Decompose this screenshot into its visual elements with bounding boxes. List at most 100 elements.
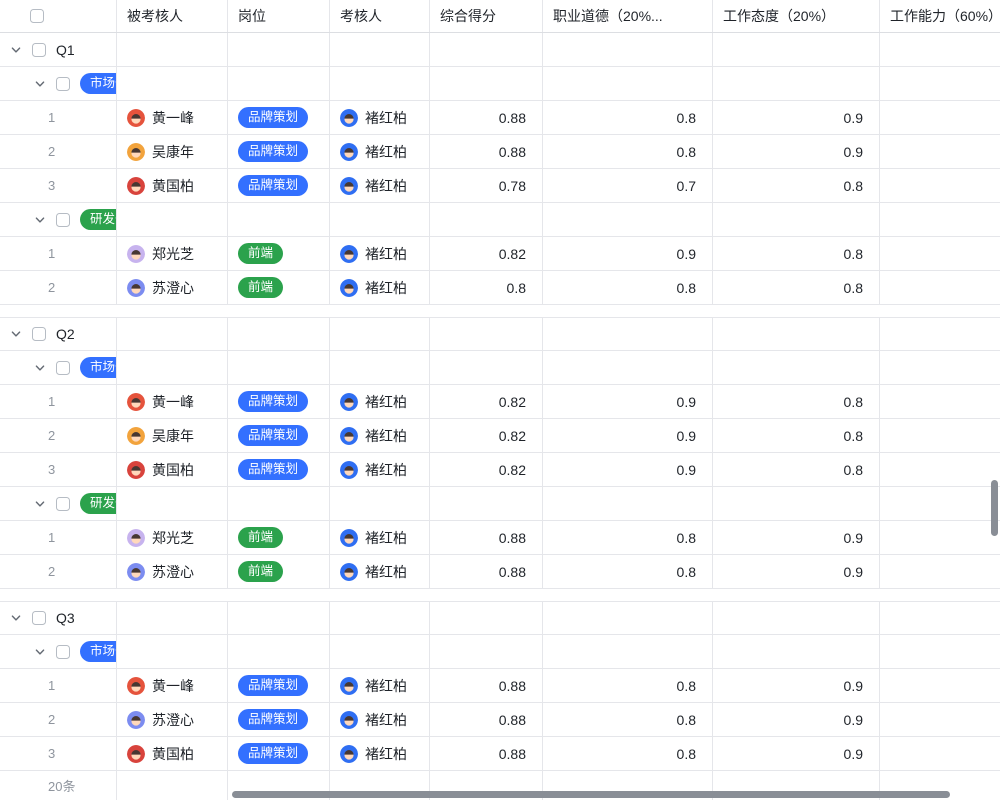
score-cell[interactable]: 0.88 [430,737,543,770]
empty-cell[interactable] [330,33,430,66]
score-cell[interactable]: 0.8 [713,419,880,452]
group-checkbox[interactable] [32,327,46,341]
score-cell[interactable]: 0.8 [543,555,713,588]
empty-cell[interactable] [430,487,543,520]
group-header-cell[interactable]: Q1 [0,33,117,66]
empty-cell[interactable] [330,203,430,236]
empty-cell[interactable] [117,635,228,668]
subgroup-checkbox[interactable] [56,645,70,659]
score-cell[interactable]: 0.9 [713,521,880,554]
score-cell[interactable]: 0.9 [543,453,713,486]
group-header-cell[interactable]: Q3 [0,602,117,634]
empty-cell[interactable] [228,67,330,100]
subgroup-checkbox[interactable] [56,497,70,511]
assessee-cell[interactable]: 苏澄心 [117,271,228,304]
score-cell[interactable]: 0.8 [713,169,880,202]
score-cell[interactable] [880,271,1000,304]
collapse-chevron-icon[interactable] [34,498,46,510]
score-cell[interactable]: 0.9 [713,737,880,770]
group-checkbox[interactable] [32,611,46,625]
empty-cell[interactable] [713,602,880,634]
empty-cell[interactable] [228,635,330,668]
select-all-checkbox[interactable] [30,9,44,23]
row-index-cell[interactable]: 2 [0,703,117,736]
column-header-3[interactable]: 考核人 [330,0,430,32]
position-cell[interactable]: 品牌策划 [228,101,330,134]
subgroup-header-cell[interactable]: 市场部 [0,67,117,100]
score-cell[interactable] [880,737,1000,770]
empty-cell[interactable] [430,67,543,100]
position-cell[interactable]: 品牌策划 [228,385,330,418]
score-cell[interactable]: 0.9 [543,385,713,418]
subgroup-header-cell[interactable]: 市场部 [0,635,117,668]
empty-cell[interactable] [330,487,430,520]
subgroup-header-cell[interactable]: 市场部 [0,351,117,384]
score-cell[interactable]: 0.8 [543,135,713,168]
assessor-cell[interactable]: 褚红柏 [330,101,430,134]
score-cell[interactable] [880,385,1000,418]
score-cell[interactable]: 0.78 [430,169,543,202]
position-cell[interactable]: 前端 [228,555,330,588]
assessee-cell[interactable]: 吴康年 [117,135,228,168]
empty-cell[interactable] [880,203,1000,236]
row-index-cell[interactable]: 1 [0,385,117,418]
score-cell[interactable]: 0.8 [543,737,713,770]
collapse-chevron-icon[interactable] [34,646,46,658]
row-index-cell[interactable]: 1 [0,101,117,134]
assessee-cell[interactable]: 黄一峰 [117,385,228,418]
position-cell[interactable]: 品牌策划 [228,135,330,168]
empty-cell[interactable] [117,203,228,236]
assessor-cell[interactable]: 褚红柏 [330,453,430,486]
score-cell[interactable] [880,703,1000,736]
column-header-5[interactable]: 职业道德（20%... [543,0,713,32]
column-header-6[interactable]: 工作态度（20%） [713,0,880,32]
empty-cell[interactable] [330,318,430,350]
position-cell[interactable]: 品牌策划 [228,703,330,736]
score-cell[interactable]: 0.88 [430,703,543,736]
empty-cell[interactable] [543,602,713,634]
column-header-1[interactable]: 被考核人 [117,0,228,32]
empty-cell[interactable] [713,635,880,668]
empty-cell[interactable] [713,67,880,100]
row-index-cell[interactable]: 2 [0,555,117,588]
assessor-cell[interactable]: 褚红柏 [330,419,430,452]
empty-cell[interactable] [330,602,430,634]
score-cell[interactable]: 0.8 [713,453,880,486]
score-cell[interactable]: 0.9 [713,703,880,736]
empty-cell[interactable] [117,602,228,634]
empty-cell[interactable] [330,635,430,668]
empty-cell[interactable] [713,203,880,236]
score-cell[interactable]: 0.8 [543,271,713,304]
score-cell[interactable] [880,555,1000,588]
empty-cell[interactable] [228,33,330,66]
horizontal-scrollbar-thumb[interactable] [232,791,950,798]
assessor-cell[interactable]: 褚红柏 [330,737,430,770]
collapse-chevron-icon[interactable] [10,328,22,340]
assessee-cell[interactable]: 郑光芝 [117,521,228,554]
assessor-cell[interactable]: 褚红柏 [330,169,430,202]
empty-cell[interactable] [117,487,228,520]
empty-cell[interactable] [430,33,543,66]
position-cell[interactable]: 前端 [228,237,330,270]
score-cell[interactable]: 0.8 [713,271,880,304]
collapse-chevron-icon[interactable] [34,78,46,90]
group-header-cell[interactable]: Q2 [0,318,117,350]
empty-cell[interactable] [430,203,543,236]
empty-cell[interactable] [430,635,543,668]
score-cell[interactable]: 0.9 [713,555,880,588]
row-index-cell[interactable]: 3 [0,169,117,202]
empty-cell[interactable] [117,318,228,350]
row-index-cell[interactable]: 2 [0,419,117,452]
assessor-cell[interactable]: 褚红柏 [330,703,430,736]
empty-cell[interactable] [228,318,330,350]
collapse-chevron-icon[interactable] [10,44,22,56]
score-cell[interactable]: 0.9 [713,135,880,168]
score-cell[interactable]: 0.8 [543,521,713,554]
empty-cell[interactable] [543,67,713,100]
empty-cell[interactable] [117,771,228,800]
empty-cell[interactable] [117,33,228,66]
vertical-scrollbar-thumb[interactable] [991,480,998,536]
empty-cell[interactable] [228,487,330,520]
score-cell[interactable]: 0.88 [430,669,543,702]
subgroup-checkbox[interactable] [56,361,70,375]
